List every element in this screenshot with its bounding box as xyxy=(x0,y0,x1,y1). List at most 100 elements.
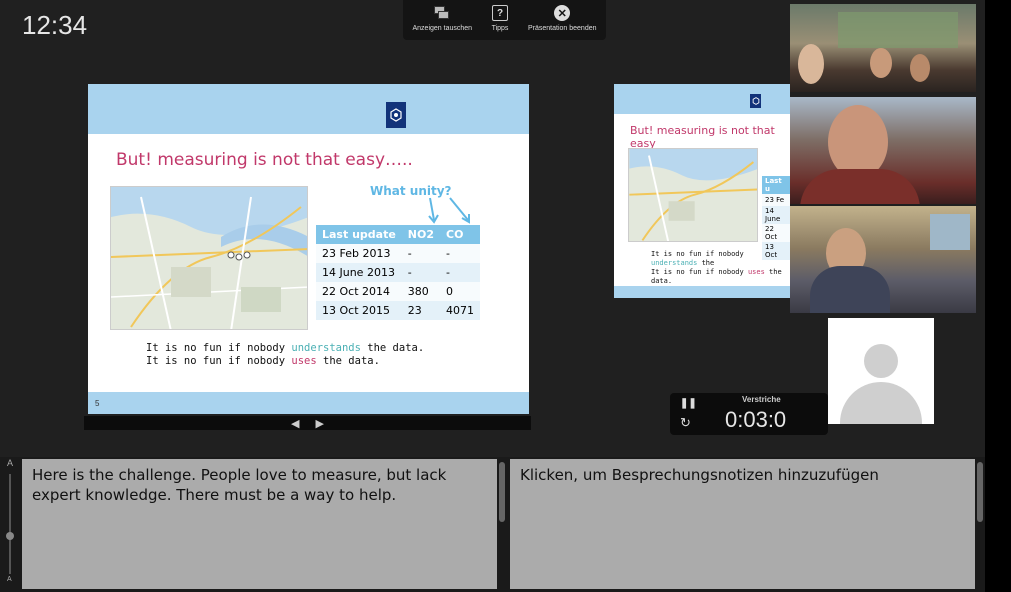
measurement-table: Last update NO2 CO 23 Feb 2013 - - 14 Ju… xyxy=(316,225,481,320)
window xyxy=(930,214,970,250)
font-size-small-label: A xyxy=(7,576,12,583)
help-icon: ? xyxy=(491,4,509,22)
avatar-body-icon xyxy=(840,382,922,424)
text-fragment: It is no fun if nobody xyxy=(651,268,748,276)
keyword-understands: understands xyxy=(291,342,361,354)
person-body xyxy=(810,266,890,313)
table-cell: - xyxy=(401,244,441,263)
city-map-image xyxy=(628,148,758,242)
notes-scrollbar[interactable] xyxy=(499,462,505,522)
text-fragment: It is no fun if nobody xyxy=(651,250,744,258)
video-participant-3[interactable] xyxy=(790,206,976,313)
presenter-notes[interactable]: Here is the challenge. People love to me… xyxy=(22,459,497,589)
font-size-slider[interactable]: A A xyxy=(3,458,17,588)
table-cell: 22 Oct 2014 xyxy=(316,282,402,301)
meeting-notes-field[interactable]: Klicken, um Besprechungsnotizen hinzuzuf… xyxy=(510,459,975,589)
body-line-2: It is no fun if nobody uses the data. xyxy=(146,355,424,368)
next-slide-arrow-icon[interactable]: ▶ xyxy=(316,417,324,430)
table-header: CO xyxy=(440,225,481,244)
video-participant-1[interactable] xyxy=(790,4,976,92)
tips-label: Tipps xyxy=(491,25,509,32)
slide-title: But! measuring is not that easy xyxy=(630,124,775,150)
prev-slide-arrow-icon[interactable]: ◀ xyxy=(291,417,299,430)
coat-of-arms-logo xyxy=(386,102,406,128)
table-cell: - xyxy=(440,244,481,263)
table-header: NO2 xyxy=(401,225,441,244)
keyword-uses: uses xyxy=(291,355,317,367)
swap-displays-icon xyxy=(433,4,451,22)
text-fragment: the data. xyxy=(316,355,380,367)
table-row: 23 Feb 2013 - - xyxy=(316,244,481,263)
table-cell: 23 Fe xyxy=(762,194,790,206)
table-row: 22 Oct 2014 380 0 xyxy=(316,282,481,301)
timer-value: 0:03:0 xyxy=(725,407,787,432)
slider-track[interactable] xyxy=(9,474,11,574)
presenter-view: 12:34 Anzeigen tauschen ? Tipps ✕ Präsen… xyxy=(0,0,985,592)
table-cell: - xyxy=(401,263,441,282)
presenter-toolbar: Anzeigen tauschen ? Tipps ✕ Präsentation… xyxy=(403,0,606,40)
slide-footer-band xyxy=(88,392,529,414)
elapsed-timer: ❚❚ ↻ Verstriche 0:03:0 xyxy=(670,393,828,435)
slide-body-text: It is no fun if nobody understands the I… xyxy=(651,250,790,286)
table-row: 22 Oct xyxy=(762,224,790,242)
table-header: Last update xyxy=(316,225,402,244)
person-face xyxy=(828,105,888,179)
table-cell: - xyxy=(440,263,481,282)
person-body xyxy=(800,169,920,204)
table-row: 14 June 2013 - - xyxy=(316,263,481,282)
text-fragment: It is no fun if nobody xyxy=(146,355,292,367)
wall-paintings xyxy=(838,12,958,48)
text-fragment: the data. xyxy=(360,342,425,354)
arrow-annotations xyxy=(428,197,470,224)
table-cell: 380 xyxy=(401,282,441,301)
table-row: 14 June xyxy=(762,206,790,224)
coat-of-arms-logo xyxy=(750,94,761,108)
slide-navigation: ◀ ▶ xyxy=(84,416,531,430)
person-shape xyxy=(798,44,824,84)
next-slide-preview[interactable]: But! measuring is not that easy Last u 2… xyxy=(614,84,790,298)
end-presentation-label: Präsentation beenden xyxy=(528,25,597,32)
slide-header-band xyxy=(88,84,529,134)
slide-number: 5 xyxy=(95,399,100,408)
reset-icon[interactable]: ↻ xyxy=(680,415,691,431)
slider-knob[interactable] xyxy=(6,532,14,540)
video-participant-placeholder[interactable] xyxy=(828,318,934,424)
city-map-image xyxy=(110,186,308,330)
pause-icon[interactable]: ❚❚ xyxy=(680,398,697,409)
table-cell: 4071 xyxy=(440,301,481,320)
tips-button[interactable]: ? Tipps xyxy=(491,4,509,32)
table-cell: 0 xyxy=(440,282,481,301)
swap-displays-label: Anzeigen tauschen xyxy=(412,25,473,32)
end-presentation-button[interactable]: ✕ Präsentation beenden xyxy=(528,4,597,32)
table-cell: 23 Feb 2013 xyxy=(316,244,402,263)
meeting-notes-scrollbar[interactable] xyxy=(977,462,983,522)
body-line-2: It is no fun if nobody uses the data. xyxy=(651,268,790,286)
slide-footer-band xyxy=(614,286,790,298)
keyword-uses: uses xyxy=(747,268,765,276)
person-shape xyxy=(910,54,930,82)
avatar-head-icon xyxy=(864,344,898,378)
text-fragment: It is no fun if nobody xyxy=(146,342,292,354)
slide-body-text: It is no fun if nobody understands the d… xyxy=(146,342,424,368)
keyword-understands: understands xyxy=(651,259,698,267)
table-cell: 23 xyxy=(401,301,441,320)
clock: 12:34 xyxy=(22,10,88,40)
current-slide: But! measuring is not that easy….. What … xyxy=(88,84,529,414)
close-icon: ✕ xyxy=(553,4,571,22)
person-shape xyxy=(870,48,892,78)
measurement-table: Last u 23 Fe 14 June 22 Oct 13 Oct xyxy=(762,176,790,260)
slide-header-band xyxy=(614,84,790,114)
video-participant-2[interactable] xyxy=(790,97,976,204)
body-line-1: It is no fun if nobody understands the xyxy=(651,250,790,268)
table-header: Last u xyxy=(762,176,790,194)
font-size-large-label: A xyxy=(7,458,14,468)
table-cell: 14 June xyxy=(762,206,790,224)
screen-edge xyxy=(985,0,1011,592)
swap-displays-button[interactable]: Anzeigen tauschen xyxy=(412,4,472,32)
table-cell: 13 Oct 2015 xyxy=(316,301,402,320)
body-line-1: It is no fun if nobody understands the d… xyxy=(146,342,424,355)
table-cell: 14 June 2013 xyxy=(316,263,402,282)
timer-label: Verstriche xyxy=(742,395,781,404)
table-row: 13 Oct 2015 23 4071 xyxy=(316,301,481,320)
slide-title: But! measuring is not that easy….. xyxy=(116,150,413,170)
